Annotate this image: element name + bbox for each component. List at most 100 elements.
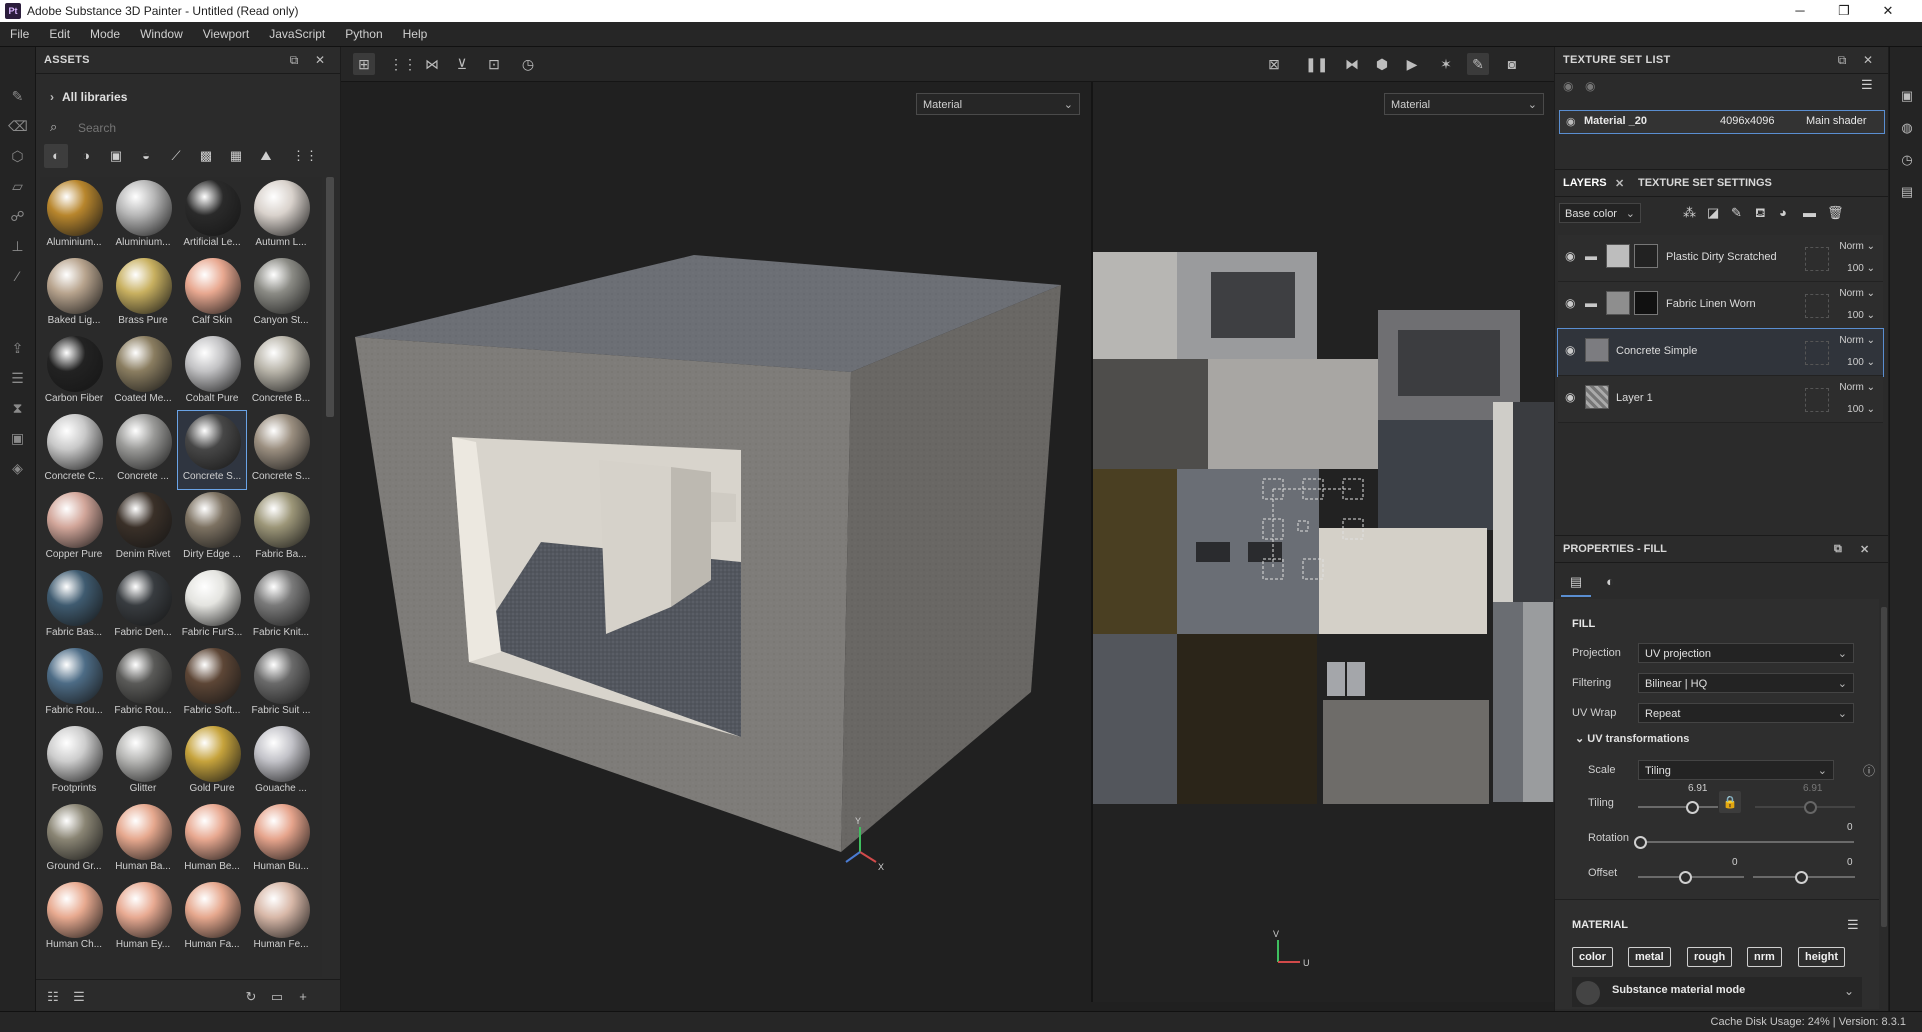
channel-metal-button[interactable]: metal	[1628, 947, 1671, 967]
layer-opacity[interactable]: 100 ⌄	[1847, 404, 1875, 415]
display-settings-icon[interactable]: ▣	[1898, 87, 1916, 105]
filtering-select[interactable]: Bilinear | HQ ⌄	[1638, 673, 1854, 693]
effects-icon[interactable]: ⁂	[1683, 205, 1696, 221]
asset-item[interactable]: Baked Lig...	[40, 255, 108, 333]
asset-item[interactable]: Footprints	[40, 723, 108, 801]
rotation-slider[interactable]	[1638, 841, 1854, 843]
layer-opacity[interactable]: 100 ⌄	[1847, 357, 1875, 368]
asset-item[interactable]: Ground Gr...	[40, 801, 108, 879]
undock-icon[interactable]: ⧉	[1834, 543, 1842, 556]
close-icon[interactable]: ✕	[1860, 52, 1876, 68]
paint-brush-icon[interactable]: ✎	[8, 87, 27, 106]
asset-item[interactable]: Dirty Edge ...	[178, 489, 246, 567]
smudge-icon[interactable]: ☍	[8, 207, 27, 226]
menu-javascript[interactable]: JavaScript	[259, 22, 335, 46]
asset-item[interactable]: Human Fa...	[178, 879, 246, 957]
stamp-icon[interactable]: ✶	[1435, 53, 1457, 75]
asset-item[interactable]: Cobalt Pure	[178, 333, 246, 411]
frame-icon[interactable]: ⊡	[483, 53, 505, 75]
layer-opacity[interactable]: 100 ⌄	[1847, 310, 1875, 321]
eraser-icon[interactable]: ⌫	[8, 117, 28, 136]
undock-icon[interactable]: ⧉	[1834, 52, 1850, 68]
layer-row[interactable]: ◉ Layer 1 Norm ⌄ 100 ⌄	[1558, 376, 1883, 423]
lock-icon[interactable]: 🔒	[1719, 791, 1741, 813]
layer-blend-mode[interactable]: Norm ⌄	[1839, 335, 1875, 346]
asset-item[interactable]: Human Fe...	[247, 879, 315, 957]
layer-blend-mode[interactable]: Norm ⌄	[1839, 288, 1875, 299]
channel-color-button[interactable]: color	[1572, 947, 1613, 967]
asset-item[interactable]: Fabric Ba...	[247, 489, 315, 567]
offset-u-knob[interactable]	[1679, 871, 1692, 884]
material-mode-row[interactable]: Substance material mode ⌄	[1572, 977, 1862, 1007]
mirror-icon[interactable]: ⧓	[1341, 53, 1363, 75]
filter-alphas-icon[interactable]: ▦	[224, 144, 248, 168]
asset-item[interactable]: Human Bu...	[247, 801, 315, 879]
layout-icon[interactable]: ⊞	[353, 53, 375, 75]
plugins-icon[interactable]: ◈	[8, 459, 27, 478]
left-channel-select[interactable]: Material ⌄	[916, 93, 1080, 115]
all-libraries[interactable]: › All libraries	[50, 90, 127, 104]
maximize-button[interactable]: ❐	[1822, 0, 1866, 22]
menu-window[interactable]: Window	[130, 22, 193, 46]
detail-view-icon[interactable]: ☰	[70, 988, 88, 1006]
tiling-v-knob[interactable]	[1804, 801, 1817, 814]
uv-transformations-toggle[interactable]: ⌄ UV transformations	[1575, 732, 1689, 745]
hide-grid-icon[interactable]: ⊠	[1263, 53, 1285, 75]
uvwrap-select[interactable]: Repeat ⌄	[1638, 703, 1854, 723]
info-icon[interactable]: ⓘ	[1863, 762, 1875, 779]
list-view-icon[interactable]: ☷	[44, 988, 62, 1006]
asset-item[interactable]: Fabric FurS...	[178, 567, 246, 645]
asset-item[interactable]: Artificial Le...	[178, 177, 246, 255]
asset-item[interactable]: Concrete C...	[40, 411, 108, 489]
asset-item[interactable]: Fabric Suit ...	[247, 645, 315, 723]
asset-item[interactable]: Concrete B...	[247, 333, 315, 411]
eye-icon[interactable]: ◉	[1566, 115, 1576, 128]
layer-opacity[interactable]: 100 ⌄	[1847, 263, 1875, 274]
add-fill-layer-icon[interactable]: ⛾	[1755, 205, 1766, 223]
symmetry-icon[interactable]: ⋈	[421, 53, 443, 75]
folder-icon[interactable]: ▭	[268, 988, 286, 1006]
split-layout-icon[interactable]: ⋮⋮	[389, 53, 417, 75]
asset-item[interactable]: Copper Pure	[40, 489, 108, 567]
asset-item[interactable]: Coated Me...	[109, 333, 177, 411]
polygon-fill-icon[interactable]: ▱	[8, 177, 27, 196]
history-icon[interactable]: ◷	[1898, 151, 1916, 169]
menu-viewport[interactable]: Viewport	[193, 22, 259, 46]
projection-icon[interactable]: ⬡	[8, 147, 27, 166]
eye-icon[interactable]: ◉	[1565, 390, 1575, 404]
asset-item[interactable]: Denim Rivet	[109, 489, 177, 567]
asset-item[interactable]: Gold Pure	[178, 723, 246, 801]
show-all-icon[interactable]: ◉	[1585, 79, 1595, 93]
fill-properties-tab-icon[interactable]: ▤	[1561, 569, 1591, 597]
asset-item[interactable]: Calf Skin	[178, 255, 246, 333]
asset-item[interactable]: Autumn L...	[247, 177, 315, 255]
menu-mode[interactable]: Mode	[80, 22, 130, 46]
filter-smart-masks-icon[interactable]: ◒	[134, 144, 158, 168]
projection-select[interactable]: UV projection ⌄	[1638, 643, 1854, 663]
tiling-u-knob[interactable]	[1686, 801, 1699, 814]
asset-item[interactable]: Human Ch...	[40, 879, 108, 957]
paint-mode-icon[interactable]: ✎	[1467, 53, 1489, 75]
search-input[interactable]	[76, 117, 330, 139]
menu-icon[interactable]: ☰	[1861, 77, 1873, 93]
clone-stamp-icon[interactable]: ⊥	[8, 237, 27, 256]
asset-item[interactable]: Fabric Rou...	[109, 645, 177, 723]
add-mask-icon[interactable]: ◪	[1707, 205, 1719, 221]
grid-view-icon[interactable]: ⋮⋮	[292, 144, 318, 168]
smart-material-icon[interactable]: ◕	[1779, 205, 1787, 220]
eye-icon[interactable]: ◉	[1565, 343, 1575, 357]
channel-height-button[interactable]: height	[1798, 947, 1845, 967]
filter-brushes-icon[interactable]: ⟋	[164, 144, 188, 168]
asset-item[interactable]: Human Ba...	[109, 801, 177, 879]
close-icon[interactable]: ✕	[1860, 543, 1869, 556]
channel-nrm-button[interactable]: nrm	[1747, 947, 1782, 967]
asset-item[interactable]: Gouache ...	[247, 723, 315, 801]
menu-edit[interactable]: Edit	[39, 22, 80, 46]
asset-item[interactable]: Concrete S...	[247, 411, 315, 489]
filter-masks-icon[interactable]: ▣	[104, 144, 128, 168]
refresh-icon[interactable]: ↻	[242, 988, 260, 1006]
asset-item[interactable]: Brass Pure	[109, 255, 177, 333]
shelf-icon[interactable]: ☰	[8, 369, 27, 388]
asset-item[interactable]: Aluminium...	[40, 177, 108, 255]
eye-icon[interactable]: ◉	[1565, 296, 1575, 310]
